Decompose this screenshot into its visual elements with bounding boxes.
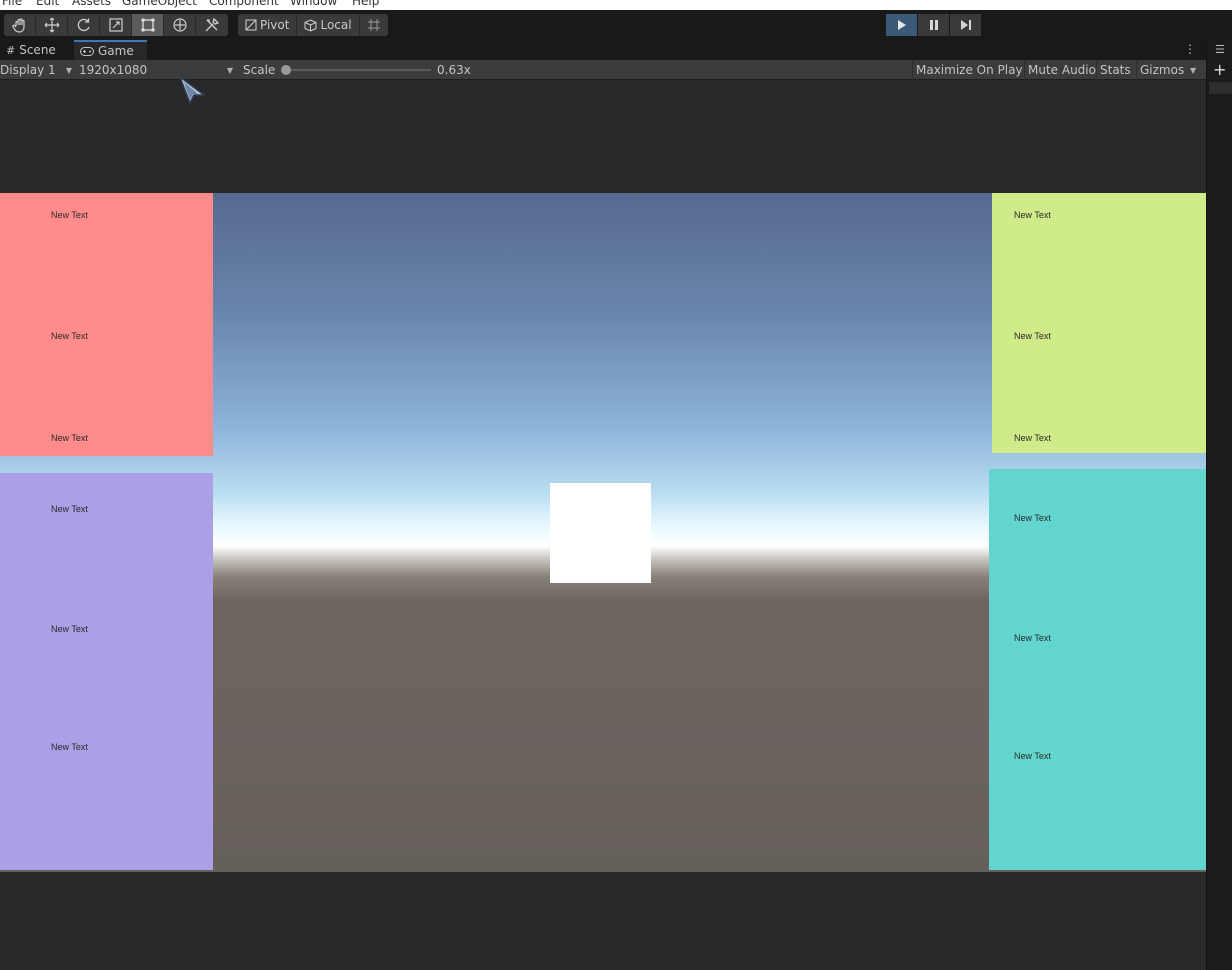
transform-tool-icon xyxy=(172,18,187,32)
pause-icon xyxy=(929,20,938,30)
panel-text: New Text xyxy=(1014,433,1051,443)
menu-assets[interactable]: Assets xyxy=(72,0,111,8)
tab-game[interactable]: Game xyxy=(74,40,147,60)
panel-text: New Text xyxy=(1014,210,1051,220)
menu-bar: File Edit Assets GameObject Component Wi… xyxy=(0,0,1232,10)
transform-tools xyxy=(4,14,228,36)
tab-more-menu-icon[interactable]: ⋮ xyxy=(1184,42,1196,56)
ui-panel-bottom-left: New Text New Text New Text xyxy=(0,473,213,870)
tab-scene[interactable]: # Scene xyxy=(0,40,62,60)
grid-snap-icon xyxy=(367,19,380,31)
tab-scene-label: Scene xyxy=(19,43,56,57)
scale-label: Scale xyxy=(243,63,276,77)
scene-grid-icon: # xyxy=(6,43,16,57)
custom-tool-icon xyxy=(205,17,220,32)
menu-edit[interactable]: Edit xyxy=(36,0,59,8)
step-button[interactable] xyxy=(950,14,981,36)
move-tool-button[interactable] xyxy=(36,14,68,36)
play-icon xyxy=(897,20,906,30)
panel-text: New Text xyxy=(51,624,88,634)
mouse-cursor-icon xyxy=(179,76,205,104)
custom-tool-button[interactable] xyxy=(196,14,228,36)
hierarchy-list-icon[interactable]: ☰ xyxy=(1215,43,1225,56)
local-label: Local xyxy=(320,18,352,32)
scale-tool-icon xyxy=(108,18,123,32)
panel-text: New Text xyxy=(51,331,88,341)
local-toggle[interactable]: Local xyxy=(297,14,360,36)
pivot-icon xyxy=(245,19,257,31)
gizmos-dropdown-arrow-icon[interactable]: ▼ xyxy=(1190,60,1196,80)
add-icon[interactable]: + xyxy=(1213,60,1226,79)
menu-gameobject[interactable]: GameObject xyxy=(122,0,197,8)
scale-value: 0.63x xyxy=(437,63,471,77)
gamepad-icon xyxy=(80,46,94,56)
panel-text: New Text xyxy=(51,210,88,220)
panel-text: New Text xyxy=(51,433,88,443)
ui-panel-bottom-right: New Text New Text New Text xyxy=(989,469,1206,870)
hand-tool-button[interactable] xyxy=(4,14,36,36)
panel-text: New Text xyxy=(1014,633,1051,643)
panel-text: New Text xyxy=(51,504,88,514)
mute-audio-toggle[interactable]: Mute Audio xyxy=(1024,60,1099,80)
menu-component[interactable]: Component xyxy=(209,0,279,8)
local-cube-icon xyxy=(304,18,317,32)
main-toolbar: Pivot Local xyxy=(0,10,1232,40)
resolution-dropdown[interactable]: 1920x1080 ▼ xyxy=(79,60,235,80)
move-tool-icon xyxy=(44,17,59,33)
panel-text: New Text xyxy=(1014,751,1051,761)
white-cube xyxy=(550,483,651,583)
search-field-edge[interactable] xyxy=(1209,82,1232,94)
chevron-down-icon: ▼ xyxy=(65,65,72,75)
view-tab-bar: # Scene Game ⋮ xyxy=(0,40,1206,60)
menu-window[interactable]: Window xyxy=(290,0,337,8)
stats-toggle[interactable]: Stats xyxy=(1096,60,1134,80)
resolution-label: 1920x1080 xyxy=(79,63,148,77)
scale-slider-track[interactable] xyxy=(285,69,431,71)
step-icon xyxy=(960,20,971,30)
display-dropdown[interactable]: Display 1 ▼ xyxy=(0,60,74,80)
scale-tool-button[interactable] xyxy=(100,14,132,36)
rect-tool-button[interactable] xyxy=(132,14,164,36)
adjacent-panel-strip: ☰ + xyxy=(1206,40,1232,970)
panel-text: New Text xyxy=(1014,513,1051,523)
playmode-controls xyxy=(886,14,981,36)
menu-help[interactable]: Help xyxy=(352,0,379,8)
tab-game-label: Game xyxy=(98,44,134,58)
maximize-on-play-toggle[interactable]: Maximize On Play xyxy=(912,60,1026,80)
panel-text: New Text xyxy=(1014,331,1051,341)
chevron-down-icon: ▼ xyxy=(226,65,233,75)
gizmos-toggle[interactable]: Gizmos xyxy=(1136,60,1187,80)
display-label: Display 1 xyxy=(0,63,56,77)
ui-panel-top-right: New Text New Text New Text xyxy=(992,193,1206,453)
grid-snap-button[interactable] xyxy=(360,14,388,36)
rect-tool-icon xyxy=(141,18,154,32)
scale-slider-thumb[interactable] xyxy=(281,65,291,75)
transform-tool-button[interactable] xyxy=(164,14,196,36)
menu-file[interactable]: File xyxy=(2,0,22,8)
panel-text: New Text xyxy=(51,742,88,752)
play-button[interactable] xyxy=(886,14,917,36)
ui-panel-top-left: New Text New Text New Text xyxy=(0,193,213,456)
handle-toggles: Pivot Local xyxy=(238,14,388,36)
pause-button[interactable] xyxy=(918,14,949,36)
rotate-tool-icon xyxy=(77,18,90,32)
hand-tool-icon xyxy=(11,18,25,33)
rotate-tool-button[interactable] xyxy=(68,14,100,36)
pivot-label: Pivot xyxy=(260,18,290,32)
pivot-toggle[interactable]: Pivot xyxy=(238,14,298,36)
